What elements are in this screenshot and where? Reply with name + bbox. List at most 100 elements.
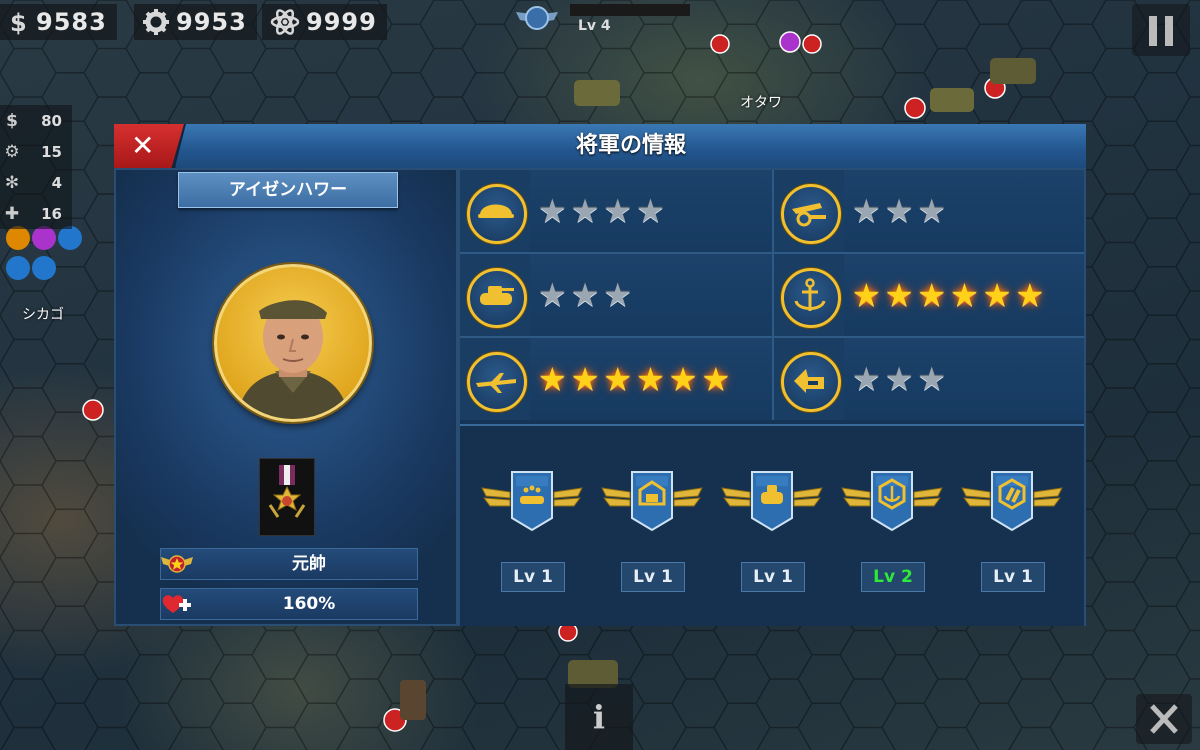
heart-plus-icon <box>162 595 191 613</box>
badge-level-label: Lv 1 <box>501 562 565 592</box>
hp-bonus-row: 160% <box>160 588 418 620</box>
territory-stat-tech: ✻ 4 <box>0 167 72 198</box>
logistics-icon <box>781 352 841 412</box>
dollar-icon: $ <box>10 9 28 35</box>
svg-text:$: $ <box>10 9 28 35</box>
general-skills-panel: ★ ★ ★ ★ ★ ★ ★ ★ ★ ★ ★ ★ ★ ★ ★ ★ ★ ★ ★ ★ ★ ★ ★ ★ ★ Lv 1 Lv 1 Lv 1 Lv… <box>458 168 1086 626</box>
skill-star-rating: ★ ★ ★ <box>530 254 774 336</box>
player-level-display[interactable]: Lv 4 <box>516 4 690 34</box>
skill-icon-box <box>460 338 531 420</box>
shells-badge-icon <box>961 471 1063 532</box>
medal-slot[interactable] <box>259 458 315 536</box>
skill-icon-box <box>774 170 845 252</box>
star-icon: ★ <box>636 360 665 398</box>
dollar-icon: $ <box>6 110 18 131</box>
money-counter: $ 9583 <box>0 4 117 40</box>
anchor-badge-icon <box>841 471 943 532</box>
info-button[interactable]: i <box>565 684 633 750</box>
skill-artillery-cannon[interactable]: ★ ★ ★ <box>774 170 1084 252</box>
territory-stat-industry: ⚙ 15 <box>0 136 72 167</box>
star-icon: ★ <box>917 360 947 398</box>
close-icon: ✕ <box>131 129 155 162</box>
general-info-dialog: 将軍の情報 ✕ アイゼンハワー 元帥 160% ★ ★ ★ ★ ★ ★ ★ ★ … <box>114 124 1086 626</box>
airplane-icon <box>467 352 527 412</box>
tank-icon <box>467 268 527 328</box>
skill-anchor-navy[interactable]: ★ ★ ★ ★ ★ ★ <box>774 254 1084 336</box>
achievement-badge[interactable] <box>600 466 704 536</box>
star-icon: ★ <box>538 276 567 314</box>
general-portrait <box>214 264 372 422</box>
star-icon: ★ <box>917 192 947 230</box>
rank-row: 元帥 <box>160 548 418 580</box>
achievement-badge[interactable] <box>720 466 824 536</box>
star-icon: ★ <box>852 192 881 230</box>
general-portrait-image <box>237 300 349 419</box>
grid-divider <box>772 170 774 420</box>
badge-level-label: Lv 1 <box>741 562 805 592</box>
experience-bar <box>570 4 690 16</box>
badge-level-label: Lv 1 <box>621 562 685 592</box>
skill-icon-box <box>460 170 531 252</box>
skill-airplane[interactable]: ★ ★ ★ ★ ★ ★ <box>460 338 774 420</box>
star-icon: ★ <box>603 276 633 314</box>
medals-badges-row: Lv 1 Lv 1 Lv 1 Lv 2 Lv 1 <box>460 424 1084 626</box>
skill-star-rating: ★ ★ ★ <box>844 170 1084 252</box>
city-label-ottawa[interactable]: オタワ <box>740 92 782 112</box>
star-icon: ★ <box>636 192 665 230</box>
pause-icon-bar-right <box>1165 16 1173 46</box>
star-icon: ★ <box>950 276 979 314</box>
star-icon: ★ <box>570 192 600 230</box>
star-icon: ★ <box>603 192 633 230</box>
star-icon: ★ <box>852 276 881 314</box>
gear-value: 9953 <box>176 8 247 36</box>
infantry-helmet-icon <box>467 184 527 244</box>
skill-star-rating: ★ ★ ★ ★ <box>530 170 774 252</box>
city-label-chicago[interactable]: シカゴ <box>22 304 64 324</box>
star-icon: ★ <box>917 276 947 314</box>
anchor-navy-icon <box>781 268 841 328</box>
star-icon: ★ <box>884 276 914 314</box>
money-value: 9583 <box>36 8 107 36</box>
skill-icon-box <box>774 338 845 420</box>
achievement-badge[interactable] <box>840 466 944 536</box>
territory-stat-money: $ 80 <box>0 105 72 136</box>
artillery-cannon-icon <box>781 184 841 244</box>
star-icon: ★ <box>570 276 600 314</box>
badge-level-label: Lv 1 <box>981 562 1045 592</box>
achievement-badge[interactable] <box>480 466 584 536</box>
achievement-badge[interactable] <box>960 466 1064 536</box>
star-icon: ★ <box>852 360 881 398</box>
skill-star-rating: ★ ★ ★ ★ ★ ★ <box>844 254 1084 336</box>
rank-label: 元帥 <box>292 554 326 574</box>
atom-icon <box>270 9 300 35</box>
star-icon: ★ <box>884 192 914 230</box>
skill-tank[interactable]: ★ ★ ★ <box>460 254 774 336</box>
star-icon: ★ <box>570 360 600 398</box>
fleet-badge-icon <box>481 471 583 532</box>
territory-stat-supply: ✚ 16 <box>0 198 72 229</box>
skill-infantry-helmet[interactable]: ★ ★ ★ ★ <box>460 170 774 252</box>
pause-button[interactable] <box>1132 4 1190 56</box>
player-level-label: Lv 4 <box>578 18 611 34</box>
gear-icon: ⚙ <box>4 141 20 162</box>
star-icon: ★ <box>603 360 633 398</box>
fortress-badge-icon <box>601 471 703 532</box>
gear-counter: 9953 <box>134 4 257 40</box>
skill-star-rating: ★ ★ ★ <box>844 338 1084 420</box>
star-icon: ★ <box>884 360 914 398</box>
star-icon: ★ <box>982 276 1012 314</box>
dialog-title: 将軍の情報 <box>575 133 686 158</box>
atom-counter: 9999 <box>262 4 387 40</box>
badge-level-label: Lv 2 <box>861 562 925 592</box>
star-icon: ★ <box>668 360 698 398</box>
star-icon: ★ <box>538 360 567 398</box>
medal-icon <box>268 465 306 518</box>
skill-logistics[interactable]: ★ ★ ★ <box>774 338 1084 420</box>
dialog-title-bar: 将軍の情報 <box>176 124 1086 170</box>
settings-button[interactable] <box>1136 694 1192 744</box>
gear-icon <box>143 9 169 35</box>
pause-icon-bar-left <box>1149 16 1157 46</box>
territory-stats-panel: $ 80 ⚙ 15 ✻ 4 ✚ 16 <box>0 105 72 229</box>
general-name: アイゼンハワー <box>178 172 398 208</box>
star-icon: ★ <box>538 192 567 230</box>
